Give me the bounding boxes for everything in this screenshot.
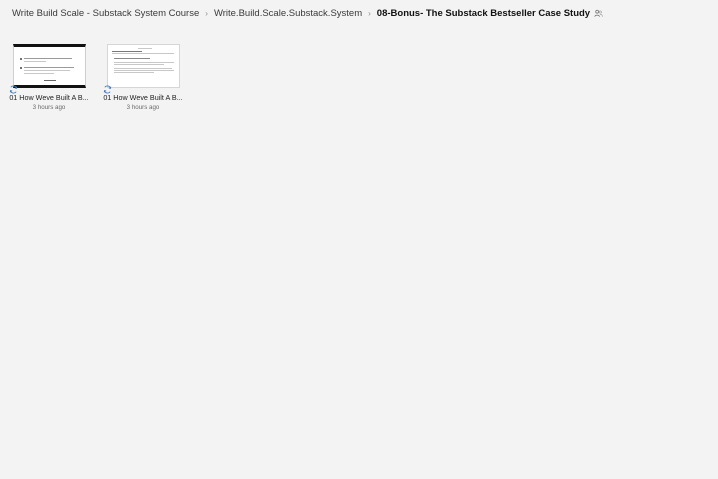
file-name: 01 How Weve Built A B... <box>9 93 89 102</box>
file-thumbnail-wrapper <box>103 42 181 94</box>
file-tile[interactable]: 01 How Weve Built A B... 3 hours ago <box>8 42 90 111</box>
breadcrumb-item-course[interactable]: Write Build Scale - Substack System Cour… <box>12 8 199 19</box>
chevron-right-icon: › <box>205 8 208 18</box>
file-thumbnail <box>106 44 180 88</box>
breadcrumb-item-current: 08-Bonus- The Substack Bestseller Case S… <box>376 7 591 19</box>
file-grid: 01 How Weve Built A B... 3 hours ago 01 … <box>8 42 184 111</box>
shared-people-icon <box>594 9 603 17</box>
file-tile[interactable]: 01 How Weve Built A B... 3 hours ago <box>102 42 184 111</box>
sync-pending-icon <box>9 85 18 94</box>
file-modified-time: 3 hours ago <box>126 104 160 111</box>
file-modified-time: 3 hours ago <box>32 104 66 111</box>
file-name: 01 How Weve Built A B... <box>103 93 183 102</box>
chevron-right-icon: › <box>368 8 371 18</box>
sync-pending-icon <box>103 85 112 94</box>
file-thumbnail <box>12 44 86 88</box>
breadcrumb-item-system[interactable]: Write.Build.Scale.Substack.System <box>214 8 362 19</box>
file-thumbnail-wrapper <box>9 42 87 94</box>
breadcrumb: Write Build Scale - Substack System Cour… <box>12 5 603 21</box>
